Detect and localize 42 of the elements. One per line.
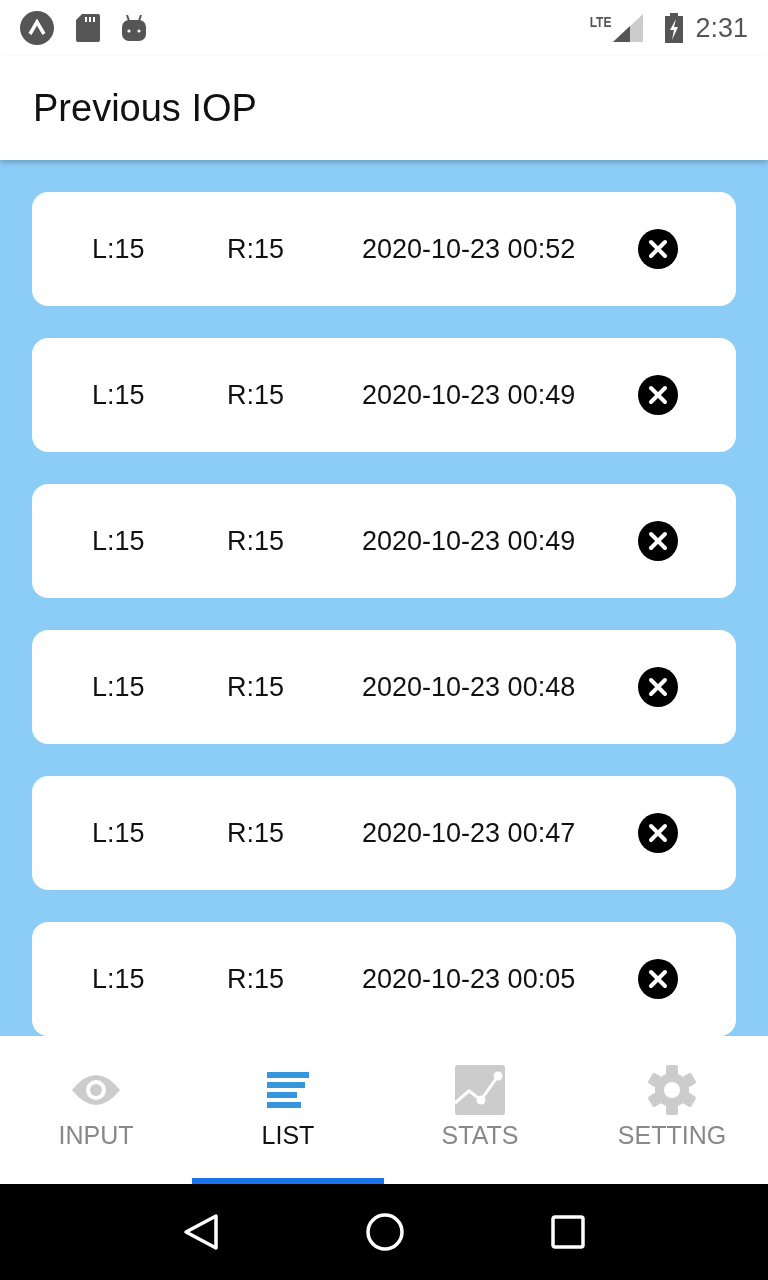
signal-icon — [613, 14, 644, 42]
left-reading: L:15 — [92, 670, 146, 704]
list-icon — [267, 1070, 309, 1110]
clock: 2:31 — [695, 11, 748, 45]
left-reading: L:15 — [92, 378, 146, 412]
network-label: LTE — [589, 14, 612, 30]
record-date: 2020-10-23 00:05 — [362, 962, 577, 996]
right-reading: R:15 — [227, 524, 286, 558]
right-reading: R:15 — [227, 962, 286, 996]
battery-charging-icon — [665, 13, 684, 43]
record-date: 2020-10-23 00:49 — [362, 524, 577, 558]
back-icon[interactable] — [183, 1213, 220, 1251]
record-date: 2020-10-23 00:49 — [362, 378, 577, 412]
tab[interactable]: STATS — [384, 1036, 576, 1184]
right-reading: R:15 — [227, 232, 286, 266]
delete-icon[interactable] — [638, 229, 678, 269]
left-reading: L:15 — [92, 816, 146, 850]
record-date: 2020-10-23 00:47 — [362, 816, 577, 850]
page-title: Previous IOP — [33, 85, 257, 131]
home-icon[interactable] — [366, 1213, 404, 1251]
right-reading: R:15 — [227, 670, 286, 704]
record-date: 2020-10-23 00:48 — [362, 670, 577, 704]
delete-icon[interactable] — [638, 521, 678, 561]
tab[interactable]: SETTING — [576, 1036, 768, 1184]
recent-apps-icon[interactable] — [550, 1215, 585, 1249]
sd-card-icon — [76, 14, 100, 42]
right-reading: R:15 — [227, 816, 286, 850]
tab[interactable]: INPUT — [0, 1036, 192, 1184]
settings-icon — [647, 1065, 697, 1115]
chart-icon — [455, 1065, 505, 1115]
left-reading: L:15 — [92, 962, 146, 996]
app-icon — [20, 11, 54, 45]
delete-icon[interactable] — [638, 959, 678, 999]
left-reading: L:15 — [92, 232, 146, 266]
right-reading: R:15 — [227, 378, 286, 412]
delete-icon[interactable] — [638, 375, 678, 415]
android-icon — [122, 15, 146, 41]
eye-icon — [71, 1072, 121, 1108]
record-date: 2020-10-23 00:52 — [362, 232, 577, 266]
delete-icon[interactable] — [638, 813, 678, 853]
left-reading: L:15 — [92, 524, 146, 558]
delete-icon[interactable] — [638, 667, 678, 707]
